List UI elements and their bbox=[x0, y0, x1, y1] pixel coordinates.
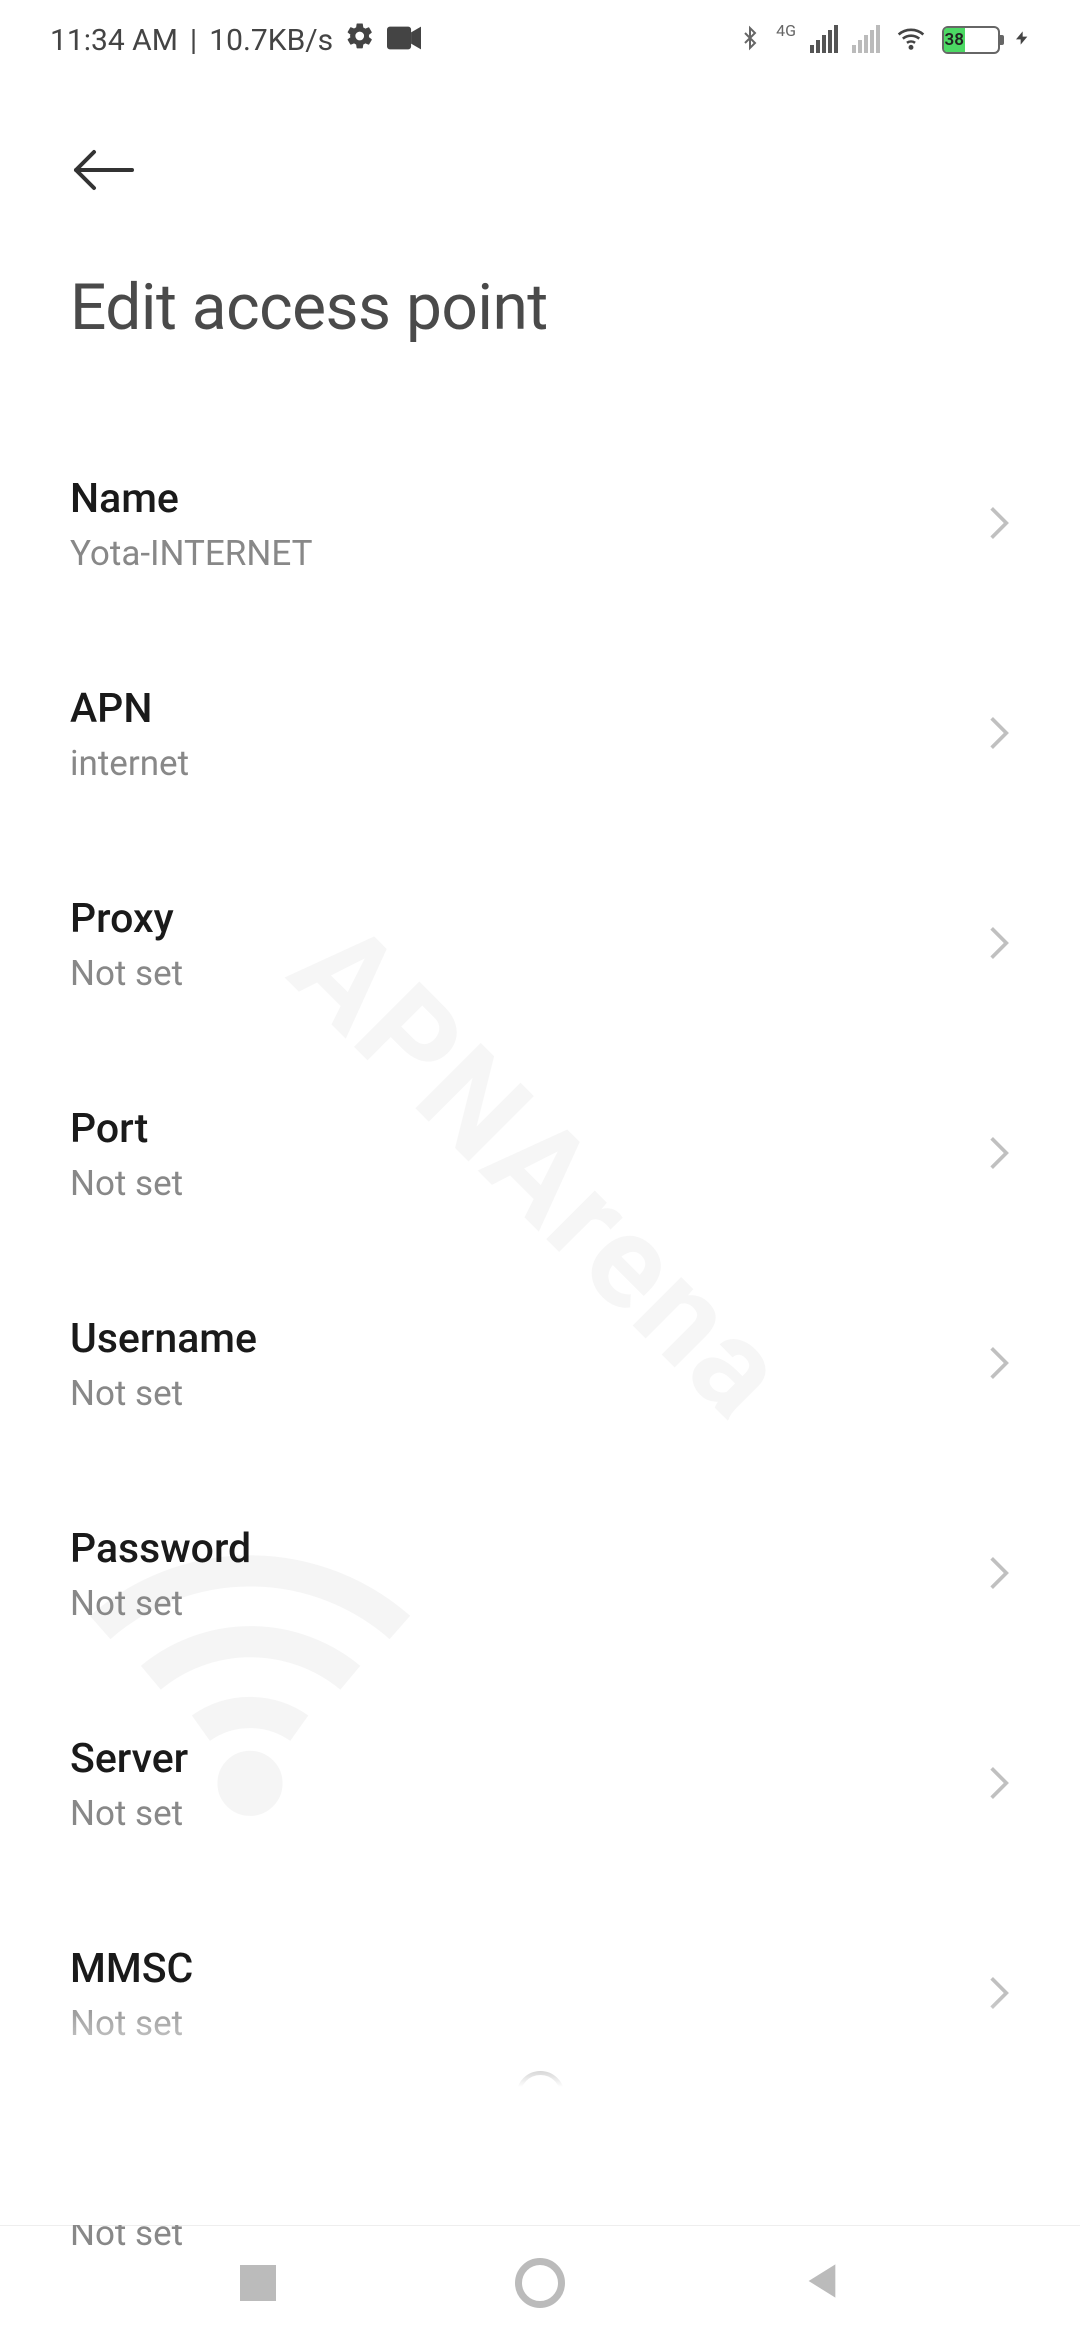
battery-icon: 38 bbox=[942, 26, 1000, 54]
status-bar: 11:34 AM | 10.7KB/s 4G 38 bbox=[0, 0, 1080, 80]
page-title: Edit access point bbox=[70, 270, 1080, 345]
setting-item-port[interactable]: Port Not set bbox=[70, 1070, 1010, 1232]
arrow-left-icon bbox=[70, 148, 136, 192]
setting-label: MMSC bbox=[70, 1945, 988, 1993]
setting-label: Username bbox=[70, 1315, 988, 1363]
charging-icon bbox=[1014, 23, 1030, 57]
setting-item-proxy[interactable]: Proxy Not set bbox=[70, 860, 1010, 1022]
setting-value: Not set bbox=[70, 2003, 988, 2044]
chevron-right-icon bbox=[988, 1974, 1010, 2016]
chevron-right-icon bbox=[988, 504, 1010, 546]
chevron-right-icon bbox=[988, 2184, 1010, 2226]
setting-value: Not set bbox=[70, 1373, 988, 1414]
gear-icon bbox=[345, 21, 375, 59]
setting-item-server[interactable]: Server Not set bbox=[70, 1700, 1010, 1862]
setting-item-password[interactable]: Password Not set bbox=[70, 1490, 1010, 1652]
chevron-right-icon bbox=[988, 1554, 1010, 1596]
setting-value: internet bbox=[70, 743, 988, 784]
status-separator: | bbox=[190, 23, 197, 58]
chevron-right-icon bbox=[988, 714, 1010, 756]
status-right: 4G 38 bbox=[738, 21, 1030, 59]
setting-label: Password bbox=[70, 1525, 988, 1573]
signal-bars-secondary-icon bbox=[852, 27, 880, 53]
setting-item-username[interactable]: Username Not set bbox=[70, 1280, 1010, 1442]
network-type-label: 4G bbox=[776, 21, 796, 40]
status-net-speed: 10.7KB/s bbox=[209, 23, 333, 58]
chevron-right-icon bbox=[988, 1134, 1010, 1176]
chevron-right-icon bbox=[988, 1344, 1010, 1386]
signal-bars-icon bbox=[810, 27, 838, 53]
setting-item-mms-proxy[interactable]: MMS proxy Not set bbox=[70, 2120, 1010, 2282]
setting-label: MMS proxy bbox=[70, 2155, 988, 2203]
wifi-icon bbox=[894, 24, 928, 56]
camera-icon bbox=[387, 23, 421, 58]
setting-label: APN bbox=[70, 685, 988, 733]
settings-list: Name Yota-INTERNET APN internet Proxy No… bbox=[0, 440, 1080, 2282]
setting-label: Port bbox=[70, 1105, 988, 1153]
status-time: 11:34 AM bbox=[50, 23, 178, 58]
bluetooth-icon bbox=[738, 21, 762, 59]
setting-item-mmsc[interactable]: MMSC Not set bbox=[70, 1910, 1010, 2072]
setting-value: Not set bbox=[70, 1583, 988, 1624]
setting-item-name[interactable]: Name Yota-INTERNET bbox=[70, 440, 1010, 602]
chevron-right-icon bbox=[988, 924, 1010, 966]
back-button[interactable] bbox=[70, 135, 140, 205]
setting-label: Server bbox=[70, 1735, 988, 1783]
setting-item-apn[interactable]: APN internet bbox=[70, 650, 1010, 812]
setting-value: Not set bbox=[70, 2213, 988, 2254]
setting-label: Proxy bbox=[70, 895, 988, 943]
chevron-right-icon bbox=[988, 1764, 1010, 1806]
setting-value: Yota-INTERNET bbox=[70, 533, 988, 574]
status-left: 11:34 AM | 10.7KB/s bbox=[50, 21, 421, 59]
battery-percent: 38 bbox=[945, 30, 964, 50]
setting-value: Not set bbox=[70, 953, 988, 994]
setting-value: Not set bbox=[70, 1163, 988, 1204]
setting-label: Name bbox=[70, 475, 988, 523]
setting-value: Not set bbox=[70, 1793, 988, 1834]
